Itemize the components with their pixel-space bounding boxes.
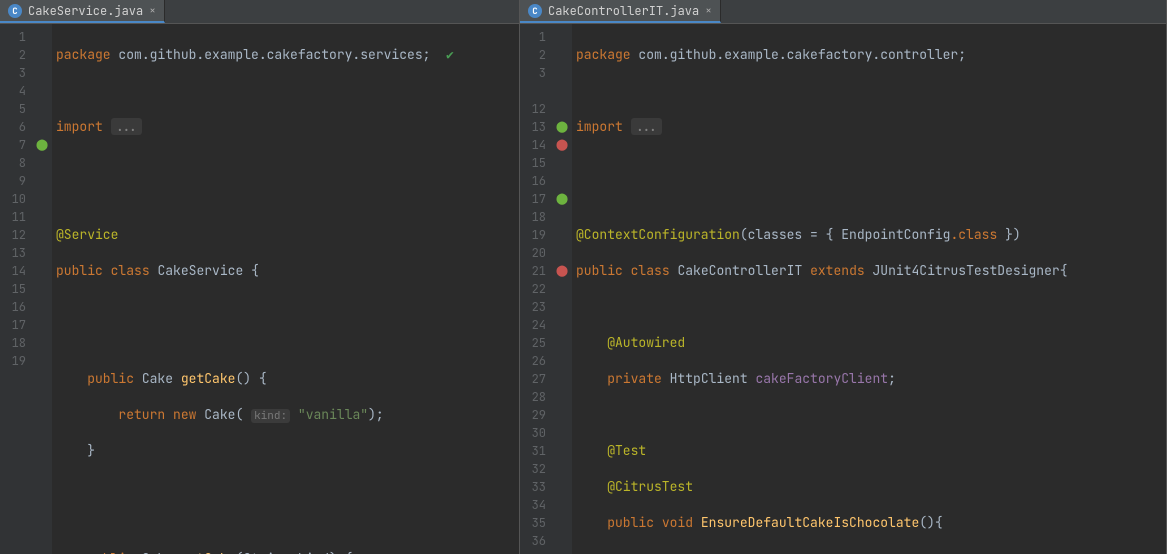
editor-right[interactable]: 1231213141516171819202122232425262728293…	[520, 24, 1166, 554]
gutter-margin-left: ⬤	[32, 24, 52, 554]
fold-ellipsis[interactable]: ...	[631, 118, 662, 135]
tab-bar-empty	[721, 0, 1166, 23]
tab-bar-left: C CakeService.java ×	[0, 0, 519, 24]
spring-bean-icon[interactable]: ⬤	[36, 136, 48, 154]
java-class-icon: C	[528, 4, 542, 18]
tab-bar-right: C CakeControllerIT.java ×	[520, 0, 1166, 24]
line-numbers-right: 1231213141516171819202122232425262728293…	[520, 24, 552, 554]
editor-pane-left: C CakeService.java × 1234567891011121314…	[0, 0, 520, 554]
editor-pane-right: C CakeControllerIT.java × 12312131415161…	[520, 0, 1167, 554]
error-icon[interactable]: ⬤	[556, 136, 568, 154]
code-area-right[interactable]: package com.github.example.cakefactory.c…	[572, 24, 1166, 554]
java-class-icon: C	[8, 4, 22, 18]
line-numbers-left: 12345678910111213141516171819	[0, 24, 32, 554]
spring-bean-icon[interactable]: ⬤	[556, 190, 568, 208]
close-icon[interactable]: ×	[705, 4, 712, 18]
tab-filename: CakeService.java	[28, 3, 143, 19]
error-icon[interactable]: ⬤	[556, 262, 568, 280]
gutter-margin-right: ⬤ ⬤ ⬤ ⬤	[552, 24, 572, 554]
editor-left[interactable]: 12345678910111213141516171819 ⬤ package …	[0, 24, 519, 554]
code-area-left[interactable]: package com.github.example.cakefactory.s…	[52, 24, 519, 554]
tab-bar-empty	[165, 0, 519, 23]
close-icon[interactable]: ×	[149, 4, 156, 18]
tab-cakecontroller[interactable]: C CakeControllerIT.java ×	[520, 0, 721, 23]
spring-config-icon[interactable]: ⬤	[556, 118, 568, 136]
tab-cakeservice[interactable]: C CakeService.java ×	[0, 0, 165, 23]
fold-ellipsis[interactable]: ...	[111, 118, 142, 135]
inlay-hint: kind:	[251, 409, 290, 423]
inspection-ok-icon[interactable]: ✔	[446, 46, 454, 63]
tab-filename: CakeControllerIT.java	[548, 3, 699, 19]
